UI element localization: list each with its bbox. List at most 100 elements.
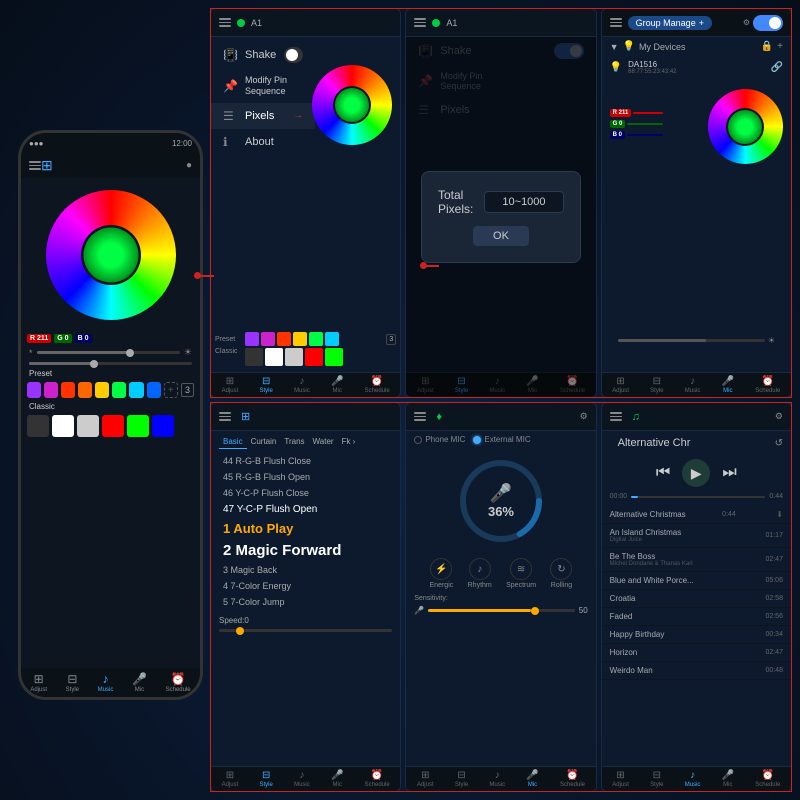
song-8[interactable]: Horizon 02:47 bbox=[602, 644, 791, 662]
effect-5[interactable]: 5 7-Color Jump bbox=[211, 594, 400, 610]
p6-nav-music[interactable]: ♪ Music bbox=[685, 770, 701, 788]
p3-nav-mic[interactable]: 🎤 Mic bbox=[722, 376, 734, 394]
classic-swatch-1[interactable] bbox=[27, 415, 49, 437]
speed-slider-row[interactable] bbox=[21, 360, 200, 367]
small-wheel[interactable] bbox=[312, 65, 392, 145]
mic-external-radio[interactable] bbox=[473, 436, 481, 444]
gm-wheel[interactable] bbox=[708, 89, 783, 164]
p1-swatch-5[interactable] bbox=[309, 332, 323, 346]
p1-nav-style[interactable]: ⊟ Style bbox=[260, 376, 273, 394]
sensitivity-thumb[interactable] bbox=[531, 607, 539, 615]
effect-4[interactable]: 4 7-Color Energy bbox=[211, 578, 400, 594]
menu-shake[interactable]: 📳 Shake bbox=[211, 41, 315, 69]
tab-fk[interactable]: Fk › bbox=[338, 435, 360, 449]
p1-swatch-1[interactable] bbox=[245, 332, 259, 346]
classic-swatch-2[interactable] bbox=[52, 415, 74, 437]
p5-nav-mic[interactable]: 🎤 Mic bbox=[526, 770, 538, 788]
p1-nav-mic[interactable]: 🎤 Mic bbox=[331, 376, 343, 394]
preset-swatch-7[interactable] bbox=[129, 382, 143, 398]
p1-nav-schedule[interactable]: ⏰ Schedule bbox=[365, 376, 390, 394]
classic-swatch-4[interactable] bbox=[102, 415, 124, 437]
brightness-slider-track[interactable] bbox=[37, 351, 180, 354]
p1-nav-music[interactable]: ♪ Music bbox=[294, 376, 310, 394]
mic-rhythm-btn[interactable]: ♪ Rhythm bbox=[468, 558, 492, 589]
speed-slider-thumb[interactable] bbox=[236, 627, 244, 635]
tab-trans[interactable]: Trans bbox=[280, 435, 308, 449]
progress-bar[interactable] bbox=[631, 496, 765, 498]
menu-about[interactable]: ℹ About bbox=[211, 129, 315, 155]
p4-nav-music[interactable]: ♪ Music bbox=[294, 770, 310, 788]
brightness-slider-row[interactable]: * ☀ bbox=[21, 345, 200, 360]
color-wheel-container[interactable] bbox=[21, 182, 200, 328]
mic-spectrum-btn[interactable]: ≋ Spectrum bbox=[506, 558, 536, 589]
p4-nav-mic[interactable]: 🎤 Mic bbox=[331, 770, 343, 788]
gm-gear-icon[interactable]: ⚙ bbox=[743, 18, 750, 27]
effect-1-auto[interactable]: 1 Auto Play bbox=[211, 518, 400, 539]
menu-pixels[interactable]: ☰ Pixels → bbox=[211, 103, 315, 129]
classic-swatch-5[interactable] bbox=[127, 415, 149, 437]
mic-phone-radio[interactable] bbox=[414, 436, 422, 444]
song-7[interactable]: Happy Birthday 00:34 bbox=[602, 626, 791, 644]
next-btn[interactable]: ⏭ bbox=[722, 464, 736, 482]
album-refresh-icon[interactable]: ↺ bbox=[775, 438, 783, 449]
mic-energic-btn[interactable]: ⚡ Energic bbox=[430, 558, 454, 589]
panel4-grid-icon[interactable]: ⊞ bbox=[241, 410, 250, 423]
speed-slider[interactable] bbox=[219, 629, 392, 632]
p1-swatch-2[interactable] bbox=[261, 332, 275, 346]
p1-swatch-3[interactable] bbox=[277, 332, 291, 346]
p1-classic-4[interactable] bbox=[305, 348, 323, 366]
p6-nav-schedule[interactable]: ⏰ Schedule bbox=[755, 770, 780, 788]
sensitivity-slider[interactable] bbox=[428, 609, 574, 612]
p6-nav-mic[interactable]: 🎤 Mic bbox=[722, 770, 734, 788]
speed-slider-track[interactable] bbox=[29, 362, 192, 365]
song-3[interactable]: Be The Boss Michel Dondane & Thanas Karl… bbox=[602, 548, 791, 572]
p1-swatch-6[interactable] bbox=[325, 332, 339, 346]
tab-curtain[interactable]: Curtain bbox=[247, 435, 281, 449]
panel4-menu-icon[interactable] bbox=[219, 412, 231, 421]
effect-2-magic[interactable]: 2 Magic Forward bbox=[211, 539, 400, 562]
song-1-download[interactable]: ⬇ bbox=[776, 510, 783, 519]
classic-swatch-6[interactable] bbox=[152, 415, 174, 437]
gm-slider-row[interactable]: ☀ bbox=[610, 334, 783, 347]
mic-external-option[interactable]: External MIC bbox=[473, 435, 530, 444]
shake-toggle[interactable] bbox=[284, 47, 303, 63]
play-btn[interactable]: ▶ bbox=[682, 459, 710, 487]
mic-phone-option[interactable]: Phone MIC bbox=[414, 435, 465, 444]
p1-nav-adjust[interactable]: ⊞ Adjust bbox=[222, 376, 239, 394]
song-2[interactable]: An Island Christmas Digital Juice 01:17 bbox=[602, 524, 791, 548]
nav-adjust[interactable]: ⊞ Adjust bbox=[30, 672, 47, 693]
p1-classic-1[interactable] bbox=[245, 348, 263, 366]
color-wheel[interactable] bbox=[46, 190, 176, 320]
speed-thumb[interactable] bbox=[90, 360, 98, 368]
pixels-input[interactable] bbox=[484, 191, 564, 213]
brightness-thumb[interactable] bbox=[126, 349, 134, 357]
nav-music[interactable]: ♪ Music bbox=[98, 672, 114, 693]
p3-nav-style[interactable]: ⊟ Style bbox=[650, 376, 663, 394]
nav-mic[interactable]: 🎤 Mic bbox=[132, 672, 147, 693]
song-5[interactable]: Croatia 02:58 bbox=[602, 590, 791, 608]
p3-nav-schedule[interactable]: ⏰ Schedule bbox=[755, 376, 780, 394]
nav-style[interactable]: ⊟ Style bbox=[66, 672, 79, 693]
preset-swatch-5[interactable] bbox=[95, 382, 109, 398]
p6-nav-style[interactable]: ⊟ Style bbox=[650, 770, 663, 788]
gm-color-wheel[interactable] bbox=[708, 89, 783, 164]
p1-classic-2[interactable] bbox=[265, 348, 283, 366]
effect-44[interactable]: 44 R-G-B Flush Close bbox=[211, 453, 400, 469]
song-4[interactable]: Blue and White Porce... 05:06 bbox=[602, 572, 791, 590]
panel1-color-wheel[interactable] bbox=[312, 65, 392, 145]
p4-nav-adjust[interactable]: ⊞ Adjust bbox=[222, 770, 239, 788]
p3-nav-music[interactable]: ♪ Music bbox=[685, 376, 701, 394]
panel5-gear-icon[interactable]: ⚙ bbox=[580, 411, 588, 422]
p5-nav-music[interactable]: ♪ Music bbox=[489, 770, 505, 788]
prev-btn[interactable]: ⏮ bbox=[656, 464, 670, 482]
panel6-menu-icon[interactable] bbox=[610, 412, 622, 421]
tab-basic[interactable]: Basic bbox=[219, 435, 247, 449]
p3-nav-adjust[interactable]: ⊞ Adjust bbox=[612, 376, 629, 394]
song-9[interactable]: Weirdo Man 00:48 bbox=[602, 662, 791, 680]
preset-swatch-4[interactable] bbox=[78, 382, 92, 398]
p1-swatch-4[interactable] bbox=[293, 332, 307, 346]
nav-schedule[interactable]: ⏰ Schedule bbox=[166, 672, 191, 693]
p4-nav-schedule[interactable]: ⏰ Schedule bbox=[365, 770, 390, 788]
preset-swatch-3[interactable] bbox=[61, 382, 75, 398]
song-6[interactable]: Faded 02:56 bbox=[602, 608, 791, 626]
